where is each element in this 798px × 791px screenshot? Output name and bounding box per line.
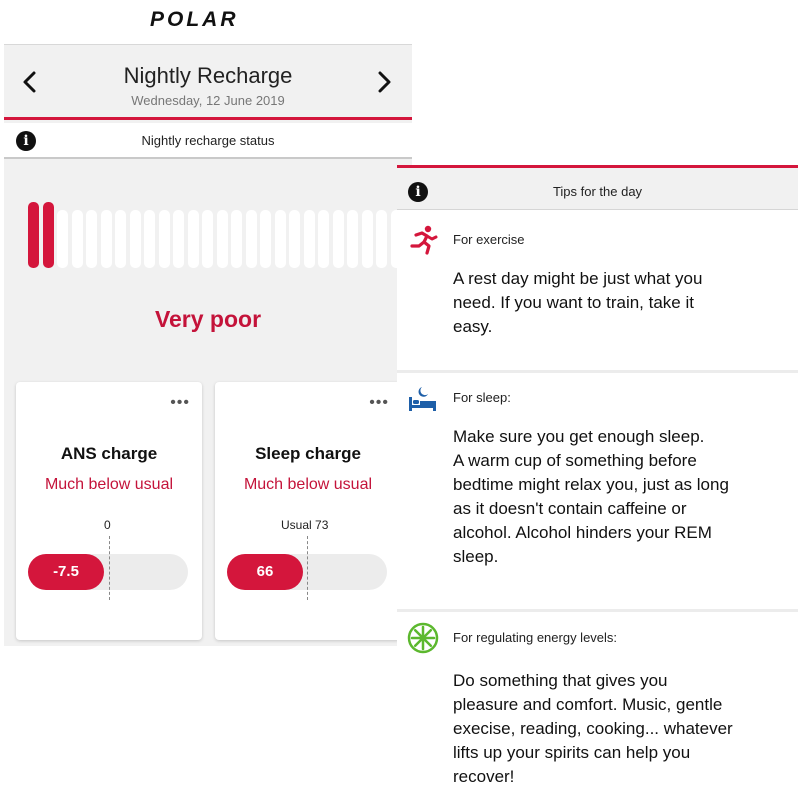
tip-body-line: pleasure and comfort. Music, gentle	[453, 695, 723, 714]
gauge-segment	[144, 210, 155, 268]
card-title: ANS charge	[60, 444, 158, 463]
gauge-segment	[303, 210, 315, 268]
more-options-icon[interactable]: •••	[170, 394, 190, 412]
gauge-segment	[187, 210, 199, 268]
tip-sleep: For sleep: Make sure you get enough slee…	[397, 373, 798, 609]
gauge-segment	[216, 210, 228, 268]
tip-heading: For regulating energy levels:	[453, 630, 618, 645]
card-reference-label: Usual 73	[281, 518, 329, 532]
tips-title: Tips for the day	[552, 184, 643, 199]
gauge-segment	[245, 210, 257, 268]
bed-sleep-icon	[407, 383, 439, 415]
card-reference-label: 0	[104, 518, 111, 532]
card-status: Much below usual	[243, 476, 373, 493]
nightly-recharge-screen: Nightly Recharge Wednesday, 12 June 2019…	[4, 44, 489, 646]
gauge-segment	[71, 210, 83, 268]
gauge-segment	[361, 210, 373, 268]
gauge-segment	[318, 210, 329, 268]
gauge-segment	[158, 210, 170, 268]
tip-body: A rest day might be just what you need. …	[453, 267, 783, 339]
tip-body-line: sleep.	[453, 547, 499, 566]
tips-header[interactable]: i Tips for the day	[397, 165, 798, 210]
gauge-segment	[289, 210, 300, 268]
tip-body: Do something that gives you pleasure and…	[453, 669, 783, 789]
gauge-segment	[129, 210, 141, 268]
gauge-segment	[100, 210, 112, 268]
tip-body-line: A warm cup of something before	[453, 451, 697, 470]
tip-energy: For regulating energy levels: Do somethi…	[397, 612, 798, 791]
gauge-segment	[260, 210, 271, 268]
tips-screen: i Tips for the day For exercise A rest d…	[397, 165, 798, 791]
gauge-segment	[28, 202, 39, 268]
recharge-rating: Very poor	[154, 306, 262, 332]
tip-body-line: need. If you want to train, take it	[453, 293, 694, 312]
gauge-segment	[202, 210, 213, 268]
gauge-segment	[274, 210, 286, 268]
tip-heading: For sleep:	[453, 390, 511, 405]
gauge-segment	[86, 210, 97, 268]
ans-charge-card[interactable]: ••• ANS charge Much below usual 0 -7.5	[16, 382, 202, 640]
tip-body-line: easy.	[453, 317, 493, 336]
card-status: Much below usual	[44, 476, 174, 493]
gauge-segment	[173, 210, 184, 268]
tip-body-line: Make sure you get enough sleep.	[453, 427, 705, 446]
gauge-segment	[42, 202, 54, 268]
tip-body-line: alcohol. Alcohol hinders your REM	[453, 523, 712, 542]
tip-body-line: recover!	[453, 767, 515, 786]
reference-line	[307, 536, 308, 600]
tip-body-line: A rest day might be just what you	[453, 269, 703, 288]
gauge-segment	[115, 210, 126, 268]
reference-line	[109, 536, 110, 600]
tip-body-line: execise, reading, cooking... whatever	[453, 719, 733, 738]
recharge-gauge	[28, 202, 489, 270]
tip-body-line: Do something that gives you	[453, 671, 668, 690]
more-options-icon[interactable]: •••	[369, 394, 389, 412]
gauge-segment	[332, 210, 344, 268]
tip-body-line: as it doesn't contain caffeine or	[453, 499, 687, 518]
running-person-icon	[407, 224, 439, 256]
sleep-charge-card[interactable]: ••• Sleep charge Much below usual Usual …	[215, 382, 401, 640]
tip-body-line: bedtime might relax you, just as long	[453, 475, 729, 494]
gauge-segment	[57, 210, 68, 268]
gauge-segment	[347, 210, 358, 268]
header-bar: Nightly Recharge Wednesday, 12 June 2019	[4, 44, 412, 120]
card-value-pill: -7.5	[28, 554, 104, 590]
tip-exercise: For exercise A rest day might be just wh…	[397, 210, 798, 370]
tip-heading: For exercise	[453, 232, 525, 247]
polar-logo: POLAR	[150, 6, 265, 31]
status-label: Nightly recharge status	[141, 133, 275, 148]
gauge-segment	[231, 210, 242, 268]
card-title: Sleep charge	[255, 444, 361, 463]
page-date: Wednesday, 12 June 2019	[131, 93, 285, 108]
tip-body: Make sure you get enough sleep. A warm c…	[453, 425, 783, 569]
gauge-segment	[376, 210, 387, 268]
page-title: Nightly Recharge	[123, 63, 293, 88]
card-value-pill: 66	[227, 554, 303, 590]
tip-body-line: lifts up your spirits can help you	[453, 743, 691, 762]
logo-text: POLAR	[150, 8, 239, 30]
chevron-right-icon[interactable]	[372, 69, 396, 95]
energy-burst-icon	[407, 622, 439, 654]
status-bar[interactable]: i Nightly recharge status	[4, 123, 412, 159]
